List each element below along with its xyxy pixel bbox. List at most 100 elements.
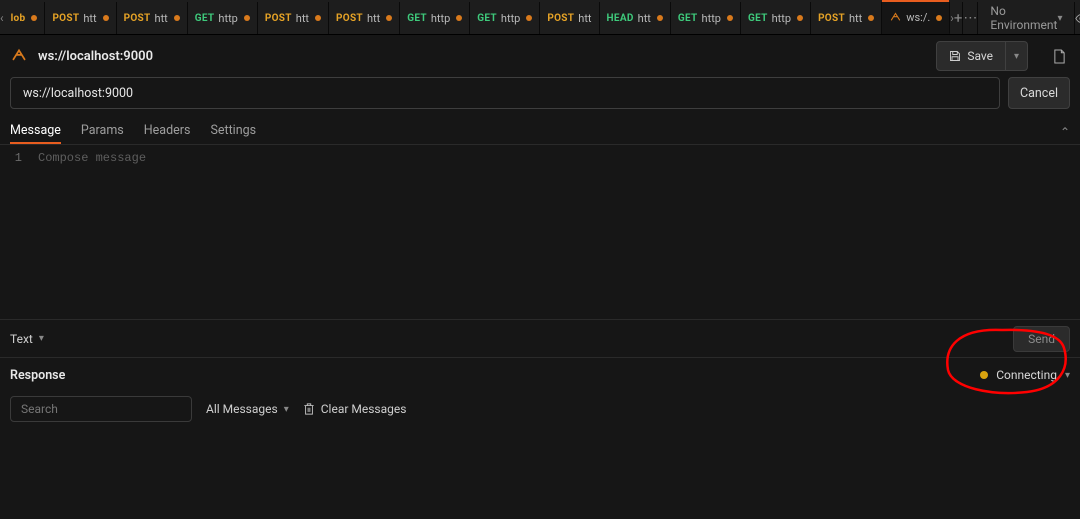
document-icon xyxy=(1053,49,1066,64)
dirty-dot-icon xyxy=(103,15,109,21)
tab-params[interactable]: Params xyxy=(81,119,124,144)
websocket-icon xyxy=(10,47,28,65)
tab-label: http xyxy=(218,12,237,25)
message-editor: 1 Compose message xyxy=(0,145,1080,320)
new-tab-button[interactable]: + xyxy=(954,2,963,34)
tab-item[interactable]: POST htt xyxy=(540,2,599,34)
save-icon xyxy=(949,50,961,62)
tab-method: POST xyxy=(818,13,845,24)
response-search-input[interactable] xyxy=(10,396,192,422)
tab-item[interactable]: GEThttp xyxy=(188,2,258,34)
chevron-down-icon: ▾ xyxy=(1065,370,1070,381)
tab-message[interactable]: Message xyxy=(10,119,61,144)
response-header: Response Connecting ▾ xyxy=(0,358,1080,392)
tab-label: htt xyxy=(367,12,380,25)
chevron-down-icon: ▾ xyxy=(1057,13,1062,24)
chevron-down-icon: ▾ xyxy=(1014,51,1019,62)
save-label: Save xyxy=(967,49,993,63)
dirty-dot-icon xyxy=(797,15,803,21)
tab-item[interactable]: POST htt xyxy=(45,2,116,34)
tab-strip: ‹ lobPOSThttPOSThttGEThttpPOSThttPOSThtt… xyxy=(0,0,1080,35)
tab-label: htt xyxy=(83,12,96,25)
tab-item[interactable]: POST htt xyxy=(811,2,882,34)
tab-method: GET xyxy=(477,13,497,24)
collapse-editor-button[interactable]: ⌃ xyxy=(1060,125,1070,139)
tab-item[interactable]: POST htt xyxy=(258,2,329,34)
tab-list: lobPOSThttPOSThttGEThttpPOSThttPOSThttGE… xyxy=(4,2,883,34)
status-text: Connecting xyxy=(996,368,1057,382)
tab-label: http xyxy=(702,12,721,25)
tab-label: http xyxy=(772,12,791,25)
tab-method: GET xyxy=(748,13,768,24)
tab-method: HEAD xyxy=(607,13,634,24)
tab-item[interactable]: lob xyxy=(4,2,46,34)
tab-label: htt xyxy=(578,12,591,25)
dirty-dot-icon xyxy=(456,15,462,21)
tab-method: GET xyxy=(407,13,427,24)
tab-method: POST xyxy=(52,13,79,24)
tab-label: htt xyxy=(849,12,862,25)
tab-item[interactable]: GET http xyxy=(671,2,741,34)
dirty-dot-icon xyxy=(526,15,532,21)
tab-method: lob xyxy=(11,13,26,24)
tab-headers[interactable]: Headers xyxy=(144,119,191,144)
clear-label: Clear Messages xyxy=(321,402,407,416)
tab-active-websocket[interactable]: ws:/. xyxy=(882,2,950,34)
editor-gutter: 1 xyxy=(0,145,30,319)
dirty-dot-icon xyxy=(386,15,392,21)
filter-label: All Messages xyxy=(206,402,278,416)
tab-label: htt xyxy=(638,12,651,25)
url-input[interactable] xyxy=(10,77,1000,109)
format-label: Text xyxy=(10,332,33,346)
trash-icon xyxy=(303,402,315,416)
request-title: ws://localhost:9000 xyxy=(38,49,153,64)
dirty-dot-icon xyxy=(936,15,942,21)
websocket-icon xyxy=(889,11,902,24)
cancel-button[interactable]: Cancel xyxy=(1008,77,1070,109)
tab-label: htt xyxy=(155,12,168,25)
dirty-dot-icon xyxy=(657,15,663,21)
request-titlebar: ws://localhost:9000 Save ▾ xyxy=(0,35,1080,77)
send-button[interactable]: Send xyxy=(1013,326,1070,352)
tab-label: http xyxy=(501,12,520,25)
tab-method: GET xyxy=(678,13,698,24)
chevron-down-icon: ▾ xyxy=(284,404,289,415)
message-tabbar: Message Params Headers Settings ⌃ xyxy=(0,119,1080,145)
tab-label: http xyxy=(431,12,450,25)
dirty-dot-icon xyxy=(868,15,874,21)
message-format-selector[interactable]: Text ▾ xyxy=(10,332,44,346)
dirty-dot-icon xyxy=(727,15,733,21)
tab-method: POST xyxy=(547,13,574,24)
save-button-group: Save ▾ xyxy=(936,41,1028,71)
environment-selector[interactable]: No Environment ▾ xyxy=(977,2,1074,34)
tab-item[interactable]: POSThtt xyxy=(117,2,188,34)
tab-item[interactable]: GET http xyxy=(741,2,811,34)
connection-status[interactable]: Connecting ▾ xyxy=(980,368,1070,382)
documentation-panel-button[interactable] xyxy=(1048,41,1070,71)
environment-quicklook-button[interactable] xyxy=(1074,2,1080,34)
tab-settings[interactable]: Settings xyxy=(210,119,256,144)
tab-label: ws:/. xyxy=(906,11,930,24)
tab-item[interactable]: POSThtt xyxy=(329,2,400,34)
url-row: Cancel xyxy=(0,77,1080,119)
message-textarea[interactable]: Compose message xyxy=(30,145,1080,319)
response-label: Response xyxy=(10,368,65,383)
tab-item[interactable]: GET http xyxy=(470,2,540,34)
save-menu-button[interactable]: ▾ xyxy=(1006,41,1028,71)
tab-label: htt xyxy=(296,12,309,25)
dirty-dot-icon xyxy=(244,15,250,21)
tab-item[interactable]: GET http xyxy=(400,2,470,34)
dirty-dot-icon xyxy=(174,15,180,21)
clear-messages-button[interactable]: Clear Messages xyxy=(303,402,407,416)
dirty-dot-icon xyxy=(31,15,37,21)
tab-overflow-menu[interactable]: ⋯ xyxy=(962,2,977,34)
tab-item[interactable]: HEAD htt xyxy=(600,2,671,34)
dirty-dot-icon xyxy=(315,15,321,21)
eye-icon xyxy=(1075,12,1080,25)
status-dot-icon xyxy=(980,371,988,379)
message-footer: Text ▾ Send xyxy=(0,320,1080,358)
save-button[interactable]: Save xyxy=(936,41,1006,71)
message-filter-selector[interactable]: All Messages ▾ xyxy=(206,402,289,416)
tab-method: POST xyxy=(265,13,292,24)
tab-method: GET xyxy=(195,13,215,24)
